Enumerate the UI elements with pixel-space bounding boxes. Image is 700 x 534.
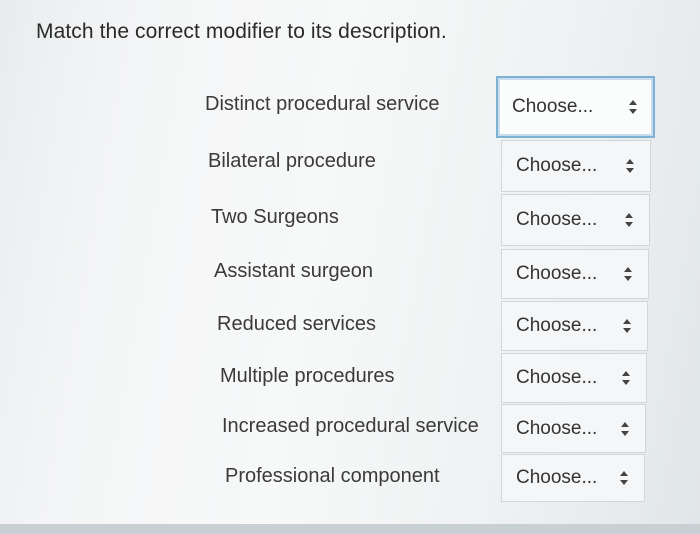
up-down-chevron-icon (625, 213, 633, 227)
select-value: Choose... (516, 417, 598, 439)
select-value: Choose... (516, 155, 598, 176)
select-value: Choose... (516, 263, 598, 284)
select-value: Choose... (512, 96, 594, 117)
match-select[interactable]: Choose... (501, 140, 651, 192)
term-label: Assistant surgeon (214, 260, 373, 282)
up-down-chevron-icon (620, 471, 628, 485)
term-label: Professional component (225, 465, 440, 487)
term-label: Two Surgeons (211, 206, 339, 228)
select-value: Choose... (516, 467, 598, 488)
match-select[interactable]: Choose... (501, 194, 650, 246)
match-select[interactable]: Choose... (501, 249, 649, 299)
term-label: Increased procedural service (222, 415, 479, 437)
match-select[interactable]: Choose... (501, 353, 647, 403)
up-down-chevron-icon (624, 267, 632, 281)
term-label: Multiple procedures (220, 365, 395, 387)
page-footer-edge (0, 524, 700, 534)
select-value: Choose... (516, 209, 598, 230)
match-select[interactable]: Choose... (501, 301, 648, 351)
up-down-chevron-icon (629, 100, 637, 114)
up-down-chevron-icon (623, 319, 631, 333)
term-label: Reduced services (217, 313, 376, 335)
term-label: Bilateral procedure (208, 150, 376, 172)
term-label: Distinct procedural service (205, 93, 440, 115)
up-down-chevron-icon (622, 371, 630, 385)
select-value: Choose... (516, 367, 598, 388)
question-prompt: Match the correct modifier to its descri… (36, 20, 447, 43)
match-select[interactable]: Choose... (501, 404, 646, 453)
up-down-chevron-icon (626, 159, 634, 173)
up-down-chevron-icon (621, 421, 629, 436)
select-value: Choose... (516, 315, 598, 336)
quiz-screen: Match the correct modifier to its descri… (0, 0, 700, 534)
match-select[interactable]: Choose... (496, 76, 655, 138)
match-select[interactable]: Choose... (501, 454, 645, 502)
